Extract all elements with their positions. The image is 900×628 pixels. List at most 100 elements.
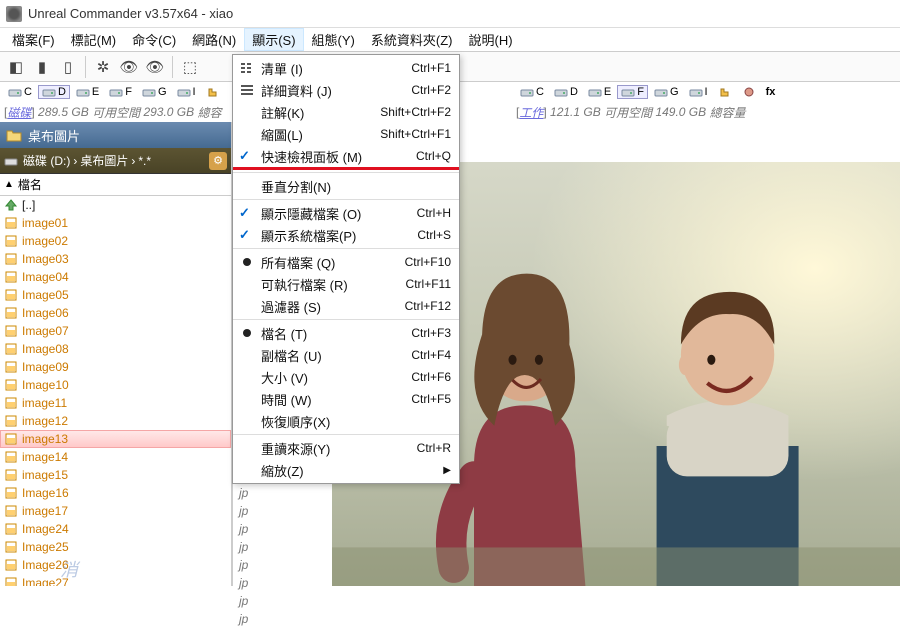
- file-row[interactable]: Image25: [0, 538, 231, 556]
- watermark: 消: [60, 556, 78, 582]
- extra-icon: [742, 86, 756, 98]
- menu-item[interactable]: 詳細資料 (J)Ctrl+F2: [233, 79, 459, 101]
- drive-I[interactable]: I: [173, 85, 200, 99]
- menu-網路(N)[interactable]: 網路(N): [184, 28, 244, 51]
- menu-item[interactable]: 所有檔案 (Q)Ctrl+F10: [233, 251, 459, 273]
- toolbar-btn-3[interactable]: ▯: [56, 55, 80, 79]
- toolbar-btn-2[interactable]: ▮: [30, 55, 54, 79]
- menu-item[interactable]: 時間 (W)Ctrl+F5: [233, 388, 459, 410]
- file-name: image17: [22, 504, 68, 518]
- image-file-icon: [4, 306, 18, 320]
- file-row[interactable]: Image10: [0, 376, 231, 394]
- shortcut-label: Ctrl+F4: [411, 348, 451, 362]
- drive-fx[interactable]: fx: [762, 85, 780, 99]
- menu-item[interactable]: ✓快速檢視面板 (M)Ctrl+Q: [233, 145, 459, 167]
- menu-組態(Y)[interactable]: 組態(Y): [304, 28, 363, 51]
- drive-D[interactable]: D: [38, 85, 70, 99]
- file-row[interactable]: Image27: [0, 574, 231, 586]
- file-row[interactable]: Image26: [0, 556, 231, 574]
- file-row[interactable]: Image06: [0, 304, 231, 322]
- drive-E[interactable]: E: [72, 85, 103, 99]
- drive-label: C: [536, 86, 544, 98]
- drivebar-right: C D EFGIfx: [512, 82, 900, 102]
- drive-D[interactable]: D: [550, 85, 582, 99]
- file-row[interactable]: image15: [0, 466, 231, 484]
- drive-label: E: [604, 86, 611, 98]
- toolbar-btn-1[interactable]: ◧: [4, 55, 28, 79]
- file-row[interactable]: Image16: [0, 484, 231, 502]
- tab-strip-left[interactable]: 桌布圖片: [0, 122, 231, 148]
- file-row[interactable]: Image07: [0, 322, 231, 340]
- column-header[interactable]: ▲ 檔名: [0, 174, 231, 196]
- drive-I[interactable]: I: [685, 85, 712, 99]
- disk-size: 289.5 GB: [38, 105, 89, 119]
- hdd-icon: [109, 86, 123, 98]
- file-row[interactable]: Image03: [0, 250, 231, 268]
- breadcrumb-item[interactable]: 桌布圖片: [77, 152, 131, 169]
- menu-item[interactable]: 縮放(Z)▶: [233, 459, 459, 481]
- menu-item[interactable]: 可執行檔案 (R)Ctrl+F11: [233, 273, 459, 295]
- menu-item[interactable]: 清單 (I)Ctrl+F1: [233, 57, 459, 79]
- file-name: Image07: [22, 324, 69, 338]
- drive-C[interactable]: C: [4, 85, 36, 99]
- drive-G[interactable]: G: [650, 85, 683, 99]
- menu-item[interactable]: ✓顯示系統檔案(P)Ctrl+S: [233, 224, 459, 246]
- file-row[interactable]: image13: [0, 430, 231, 448]
- menu-item-label: 重讀來源(Y): [261, 439, 330, 458]
- breadcrumb-item[interactable]: 磁碟 (D:): [20, 152, 73, 169]
- path-options-icon[interactable]: ⚙: [209, 152, 227, 170]
- drive-E[interactable]: E: [584, 85, 615, 99]
- file-row[interactable]: image17: [0, 502, 231, 520]
- menu-命令(C)[interactable]: 命令(C): [124, 28, 184, 51]
- file-row[interactable]: [..]: [0, 196, 231, 214]
- drive-extra-0[interactable]: [714, 85, 736, 99]
- menu-顯示(S)[interactable]: 顯示(S): [244, 28, 303, 51]
- menu-item[interactable]: 副檔名 (U)Ctrl+F4: [233, 344, 459, 366]
- breadcrumb-item[interactable]: *.*: [135, 154, 154, 168]
- toolbar-btn-7[interactable]: ⬚: [178, 55, 202, 79]
- file-row[interactable]: image14: [0, 448, 231, 466]
- file-row[interactable]: Image24: [0, 520, 231, 538]
- drive-F[interactable]: F: [105, 85, 136, 99]
- image-file-icon: [4, 504, 18, 518]
- menu-item[interactable]: 垂直分割(N): [233, 175, 459, 197]
- menu-系統資料夾(Z)[interactable]: 系統資料夾(Z): [363, 28, 461, 51]
- disk-name[interactable]: 磁碟: [7, 104, 31, 121]
- file-row[interactable]: image02: [0, 232, 231, 250]
- file-row[interactable]: image12: [0, 412, 231, 430]
- image-file-icon: [4, 540, 18, 554]
- file-row[interactable]: Image04: [0, 268, 231, 286]
- file-row[interactable]: image01: [0, 214, 231, 232]
- disk-free: 293.0 GB: [143, 105, 194, 119]
- file-row[interactable]: Image05: [0, 286, 231, 304]
- menu-item[interactable]: 檔名 (T)Ctrl+F3: [233, 322, 459, 344]
- menu-檔案(F)[interactable]: 檔案(F): [4, 28, 63, 51]
- menu-item[interactable]: 註解(K)Shift+Ctrl+F2: [233, 101, 459, 123]
- menu-item[interactable]: ✓顯示隱藏檔案 (O)Ctrl+H: [233, 202, 459, 224]
- menu-item[interactable]: 恢復順序(X): [233, 410, 459, 432]
- drive-G[interactable]: G: [138, 85, 171, 99]
- toolbar-btn-5[interactable]: 👁: [117, 55, 141, 79]
- file-name: Image10: [22, 378, 69, 392]
- file-list[interactable]: [..]image01image02Image03Image04Image05I…: [0, 196, 231, 586]
- file-row[interactable]: Image09: [0, 358, 231, 376]
- file-row[interactable]: image11: [0, 394, 231, 412]
- menu-item[interactable]: 縮圖(L)Shift+Ctrl+F1: [233, 123, 459, 145]
- file-row[interactable]: Image08: [0, 340, 231, 358]
- drive-extra-1[interactable]: [738, 85, 760, 99]
- toolbar-btn-4[interactable]: ✲: [91, 55, 115, 79]
- file-name: Image24: [22, 522, 69, 536]
- menu-item[interactable]: 大小 (V)Ctrl+F6: [233, 366, 459, 388]
- menu-說明(H)[interactable]: 說明(H): [461, 28, 521, 51]
- drive-extra-0[interactable]: [202, 85, 224, 99]
- check-icon: ✓: [239, 205, 250, 221]
- disk-name[interactable]: 工作: [519, 104, 543, 121]
- toolbar-btn-6[interactable]: 👁: [143, 55, 167, 79]
- drive-C[interactable]: C: [516, 85, 548, 99]
- path-bar[interactable]: 磁碟 (D:) › 桌布圖片 › *.* ⚙: [0, 148, 231, 174]
- menu-標記(M)[interactable]: 標記(M): [63, 28, 125, 51]
- menu-item[interactable]: 重讀來源(Y)Ctrl+R: [233, 437, 459, 459]
- menu-item[interactable]: 過濾器 (S)Ctrl+F12: [233, 295, 459, 317]
- drive-F[interactable]: F: [617, 85, 648, 99]
- drive-label: D: [570, 86, 578, 98]
